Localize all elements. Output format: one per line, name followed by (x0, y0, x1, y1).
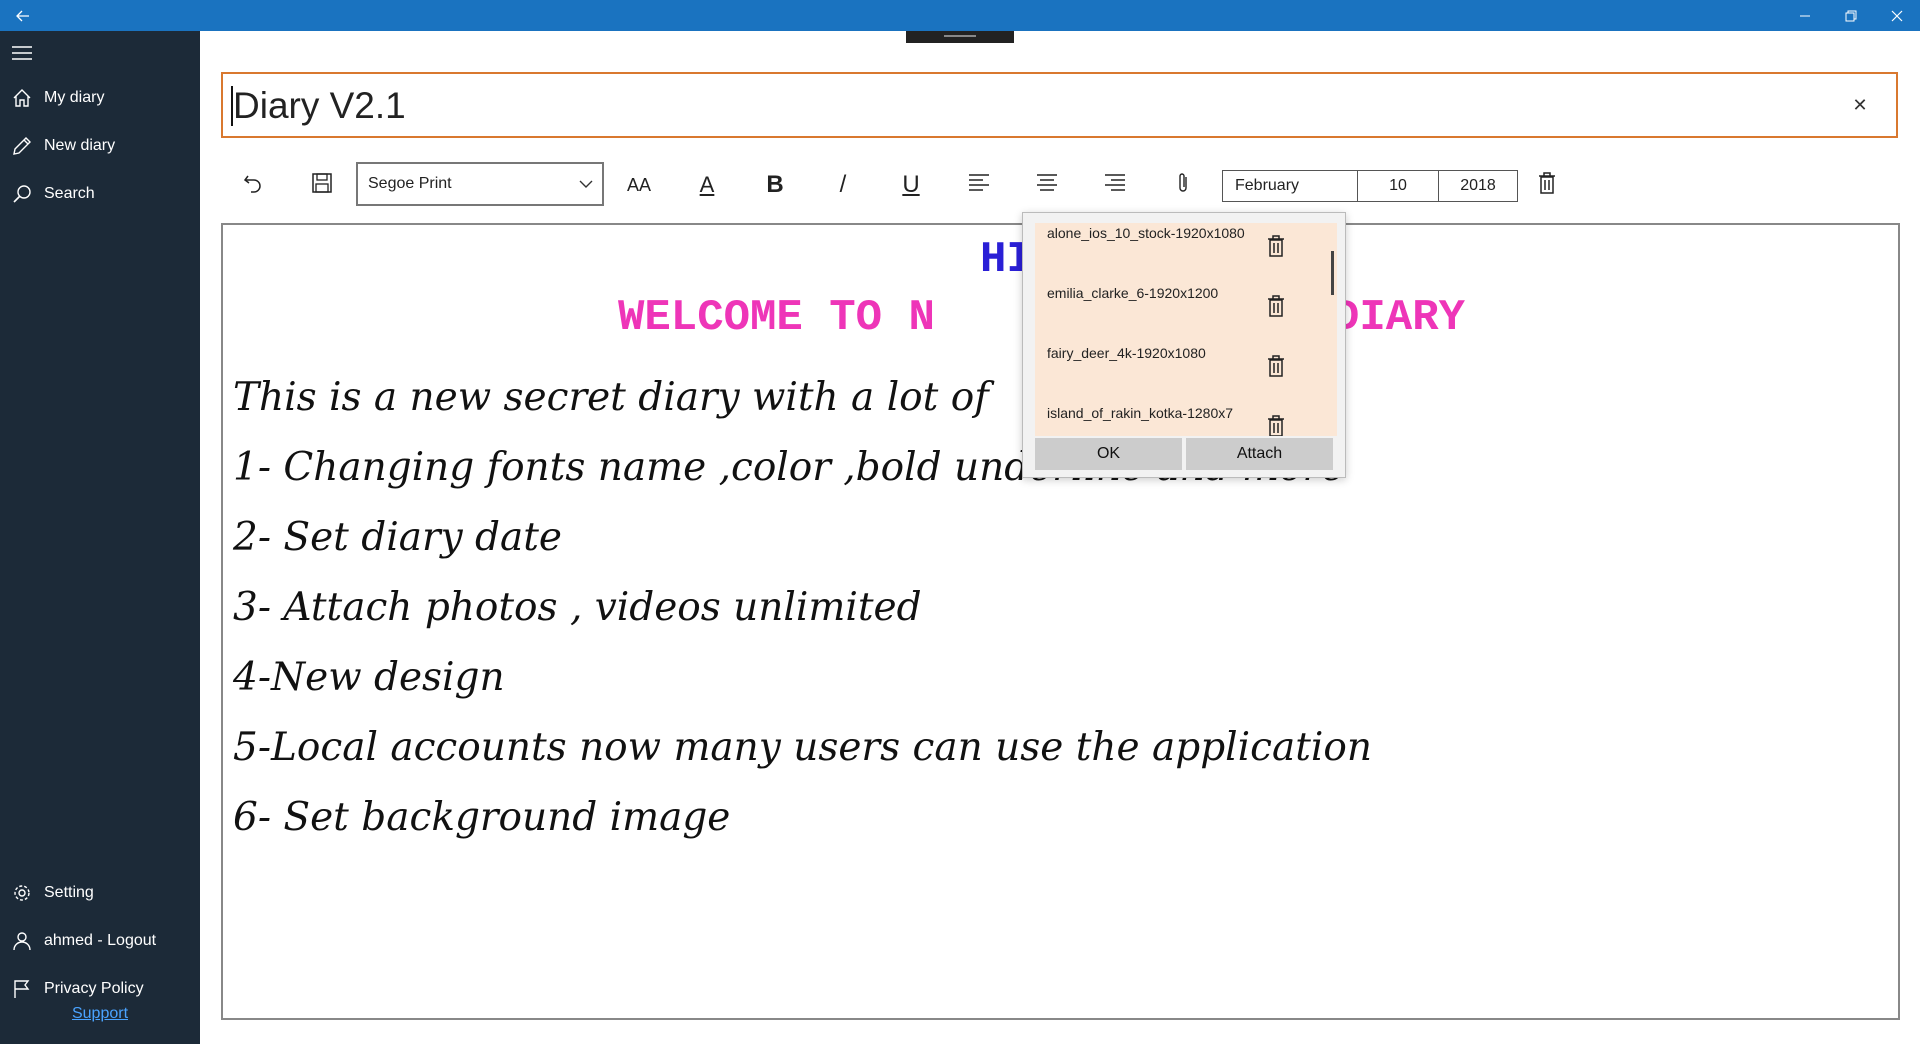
trash-icon[interactable] (1267, 355, 1289, 381)
editor-line: 6- Set background image (233, 795, 731, 840)
trash-icon[interactable] (1267, 295, 1289, 321)
pencil-icon (11, 135, 33, 157)
ok-button[interactable]: OK (1035, 438, 1182, 470)
attachment-scrollbar[interactable] (1331, 251, 1334, 295)
trash-icon (1538, 171, 1556, 199)
attachment-item[interactable]: fairy_deer_4k-1920x1080 (1035, 343, 1337, 403)
sidebar-item-label: New diary (44, 137, 116, 154)
clear-icon[interactable]: ✕ (1846, 91, 1874, 119)
undo-icon (242, 172, 264, 199)
hamburger-menu-button[interactable] (0, 31, 200, 75)
home-icon (11, 87, 33, 109)
undo-button[interactable] (233, 165, 273, 205)
month-picker[interactable]: February (1222, 170, 1358, 202)
support-link[interactable]: Support (0, 1005, 200, 1023)
underline-icon: U (902, 171, 920, 198)
drag-handle[interactable] (906, 31, 1014, 43)
editor-line: 3- Attach photos , videos unlimited (233, 585, 922, 630)
sidebar-item-label: Search (44, 185, 95, 202)
align-right-icon (1104, 173, 1126, 198)
attachment-item[interactable]: island_of_rakin_kotka-1280x7 (1035, 403, 1337, 436)
trash-icon[interactable] (1267, 235, 1289, 261)
attachment-name: island_of_rakin_kotka-1280x7 (1047, 405, 1234, 421)
sidebar-item-label: ahmed - Logout (44, 932, 157, 949)
sidebar-item-setting[interactable]: Setting (0, 871, 200, 915)
sidebar-item-my-diary[interactable]: My diary (0, 76, 200, 120)
delete-diary-button[interactable] (1527, 165, 1567, 205)
attachment-item[interactable]: emilia_clarke_6-1920x1200 (1035, 283, 1337, 343)
year-picker[interactable]: 2018 (1438, 170, 1518, 202)
font-size-icon: AA (626, 174, 651, 195)
editor-line: 4-New design (233, 655, 505, 700)
font-family-value: Segoe Print (368, 175, 452, 192)
close-icon[interactable] (1874, 0, 1920, 31)
attachment-name: emilia_clarke_6-1920x1200 (1047, 285, 1219, 301)
align-right-button[interactable] (1095, 165, 1135, 205)
editor-line: 5-Local accounts now many users can use … (233, 725, 1372, 770)
font-color-icon: A (699, 172, 715, 197)
editor-heading-2-right: DIARY (1333, 293, 1466, 343)
gear-icon (11, 882, 33, 904)
sidebar-item-label: Privacy Policy (44, 980, 144, 997)
title-input-value: Diary V2.1 (233, 85, 406, 126)
save-icon (311, 172, 333, 199)
sidebar-item-search[interactable]: Search (0, 172, 200, 216)
person-icon (11, 930, 33, 952)
attachment-name: alone_ios_10_stock-1920x1080 (1047, 225, 1245, 241)
paperclip-icon (1176, 171, 1190, 200)
align-center-button[interactable] (1027, 165, 1067, 205)
flag-icon (11, 978, 33, 1000)
align-left-button[interactable] (959, 165, 999, 205)
sidebar-item-logout[interactable]: ahmed - Logout (0, 919, 200, 963)
bold-icon: B (766, 171, 784, 198)
attachment-list[interactable]: alone_ios_10_stock-1920x1080 emilia_clar… (1035, 223, 1337, 436)
sidebar-item-new-diary[interactable]: New diary (0, 124, 200, 168)
align-center-icon (1036, 173, 1058, 198)
attachment-name: fairy_deer_4k-1920x1080 (1047, 345, 1206, 361)
sidebar-item-label: My diary (44, 89, 105, 106)
search-icon (11, 183, 33, 205)
attachment-item[interactable]: alone_ios_10_stock-1920x1080 (1035, 223, 1337, 283)
title-bar (0, 0, 1920, 31)
save-button[interactable] (302, 165, 342, 205)
sidebar: My diary New diary Search Setting ahmed … (0, 31, 200, 1044)
editor-line: This is a new secret diary with a lot of (233, 375, 989, 420)
editor-heading-2-left: WELCOME TO N (618, 293, 935, 343)
day-picker[interactable]: 10 (1357, 170, 1439, 202)
hamburger-icon (11, 42, 33, 64)
italic-button[interactable]: / (823, 165, 863, 205)
underline-button[interactable]: U (891, 165, 931, 205)
attach-file-button[interactable]: Attach (1186, 438, 1333, 470)
chevron-down-icon (578, 176, 594, 197)
minimize-icon[interactable] (1782, 0, 1828, 31)
attachments-popup: alone_ios_10_stock-1920x1080 emilia_clar… (1022, 212, 1346, 478)
attach-button[interactable] (1163, 165, 1203, 205)
font-size-button[interactable]: AA (619, 165, 659, 205)
sidebar-item-label: Setting (44, 884, 94, 901)
align-left-icon (968, 173, 990, 198)
italic-icon: / (839, 171, 847, 198)
back-arrow-icon[interactable] (0, 0, 46, 31)
title-field[interactable]: Diary V2.1 ✕ (221, 72, 1898, 138)
trash-icon[interactable] (1267, 415, 1289, 436)
bold-button[interactable]: B (755, 165, 795, 205)
editor-line: 2- Set diary date (233, 515, 562, 560)
font-family-dropdown[interactable]: Segoe Print (356, 162, 604, 206)
restore-icon[interactable] (1828, 0, 1874, 31)
font-color-button[interactable]: A (687, 165, 727, 205)
